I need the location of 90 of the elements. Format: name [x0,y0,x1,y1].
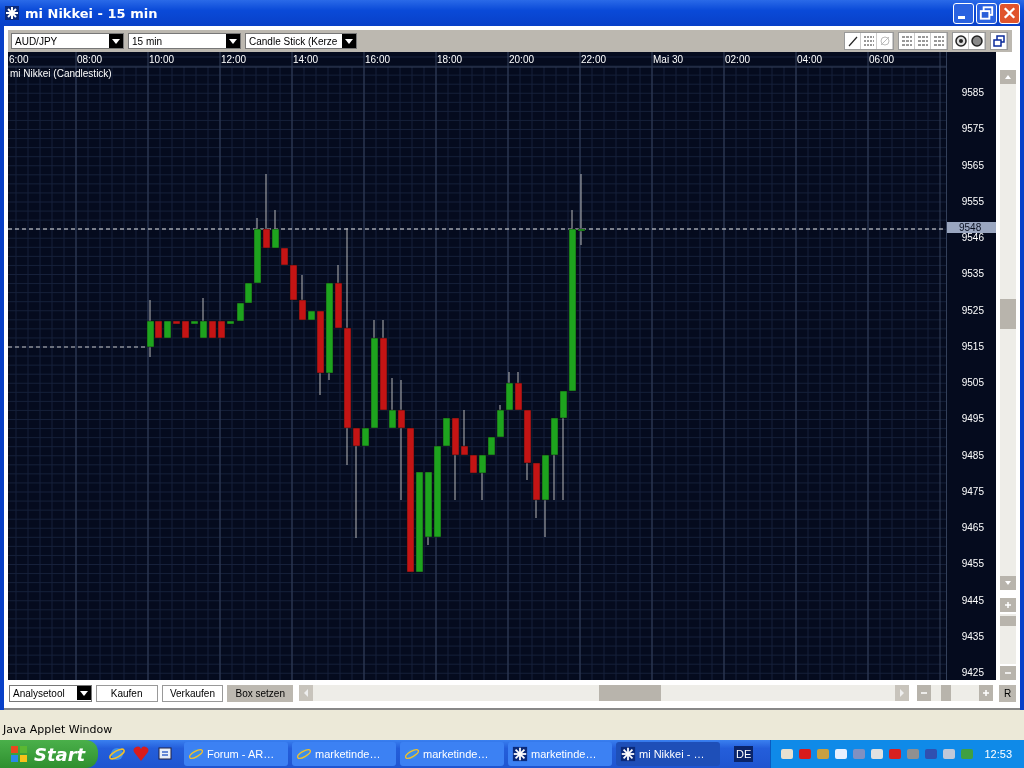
zoom-out-button[interactable] [917,685,932,701]
action-button[interactable]: Kaufen [95,684,158,702]
starburst-icon [620,746,636,762]
dropdown[interactable]: Candle Stick (Kerze [245,33,357,49]
caret-icon [342,34,356,48]
zoom-in-button[interactable] [1000,598,1016,612]
axis-label: 9505 [961,376,984,390]
caret-icon [76,686,91,700]
action-button[interactable]: Verkaufen [161,684,224,702]
taskbar-button[interactable]: marketinde… [292,742,396,766]
axis-label: 9425 [961,666,984,680]
scroll-thumb[interactable] [1000,299,1016,329]
minimize-button[interactable] [953,2,974,24]
axis-label: 9546 [961,231,984,245]
axis-label: 9495 [961,412,984,427]
action-button[interactable]: Box setzen [227,684,294,702]
maximize-button[interactable] [976,2,997,24]
taskbar-button[interactable]: Forum - AR… [184,742,288,766]
candle [505,371,514,411]
axis-label: 9435 [961,629,984,644]
globe-icon[interactable] [108,745,126,763]
axis-label: 9475 [961,484,984,499]
axis-label: 9585 [961,86,984,100]
globe-icon [296,746,312,762]
taskbar-button[interactable]: marketinde… [400,742,504,766]
axis-label: 9555 [961,194,984,209]
axis-label: 14:00 [292,53,320,67]
axis-label: 08:00 [76,53,104,67]
caret-icon [226,34,240,48]
clock: 12:53 [984,748,1013,760]
language-indicator[interactable]: DE [734,746,754,762]
status-text: Java Applet Window [1,723,113,736]
zoom-slider[interactable] [931,685,980,701]
axis-label: 12:00 [220,53,248,67]
axis-label: 18:00 [436,53,464,67]
axis-label: 9535 [961,267,984,282]
axis-label: 9455 [961,557,984,572]
scroll-thumb[interactable] [599,685,662,701]
lines-icon[interactable] [899,33,915,49]
circle-icon[interactable] [969,33,985,49]
axis-label: 16:00 [364,53,392,67]
scroll-down-button[interactable] [1000,576,1016,590]
dropdown[interactable]: AUD/JPY [11,33,124,49]
window-title: mi Nikkei - 15 min [25,5,159,21]
circle-slash-icon[interactable] [877,33,893,49]
zoom-handle[interactable] [940,685,951,701]
axis-label: 04:00 [796,53,824,67]
zoom-in-button[interactable] [979,685,994,701]
desktop-icon[interactable] [156,745,174,763]
dropdown[interactable]: Analysetool [9,684,92,702]
axis-label: 20:00 [508,53,536,67]
pencil-icon[interactable] [845,33,861,49]
axis-label: 9525 [961,303,984,318]
flag-icon [10,745,28,763]
reset-button[interactable]: R [999,684,1016,702]
horizontal-scrollbar[interactable] [299,685,910,701]
scroll-up-button[interactable] [1000,70,1016,84]
globe-icon [404,746,420,762]
axis-label: 02:00 [724,53,752,67]
axis-label: 22:00 [580,53,608,67]
taskbar-button[interactable]: marketinde… [508,742,612,766]
zoom-out-button[interactable] [1000,666,1016,680]
starburst-icon [512,746,528,762]
scroll-left-button[interactable] [299,685,314,701]
axis-label: 06:00 [868,53,896,67]
restore-icon[interactable] [991,33,1007,49]
axis-label: 9515 [961,339,984,354]
lines-icon[interactable] [931,33,947,49]
taskbar-button[interactable]: mi Nikkei - … [616,742,720,766]
plus-icon [1003,600,1013,610]
globe-icon [188,746,204,762]
starburst-icon [4,5,20,21]
price-marker: 9548 [947,222,996,233]
dropdown[interactable]: 15 min [128,33,241,49]
axis-label: Mai 30 [652,53,684,67]
circle-icon[interactable] [953,33,969,49]
caret-icon [109,34,123,48]
axis-label: 9575 [961,122,984,137]
axis-label: 9465 [961,521,984,535]
axis-label: 9485 [961,448,984,463]
scroll-right-button[interactable] [895,685,910,701]
axis-label: 10:00 [148,53,176,67]
restore-icon [977,3,996,23]
lines-icon[interactable] [915,33,931,49]
axis-label: 6:00 [8,53,30,67]
minimize-icon [958,15,965,19]
axis-label: 9565 [961,158,984,173]
axis-label: 9445 [961,593,984,608]
close-button[interactable] [999,2,1020,24]
chart-title: mi Nikkei (Candlestick) [9,68,112,80]
